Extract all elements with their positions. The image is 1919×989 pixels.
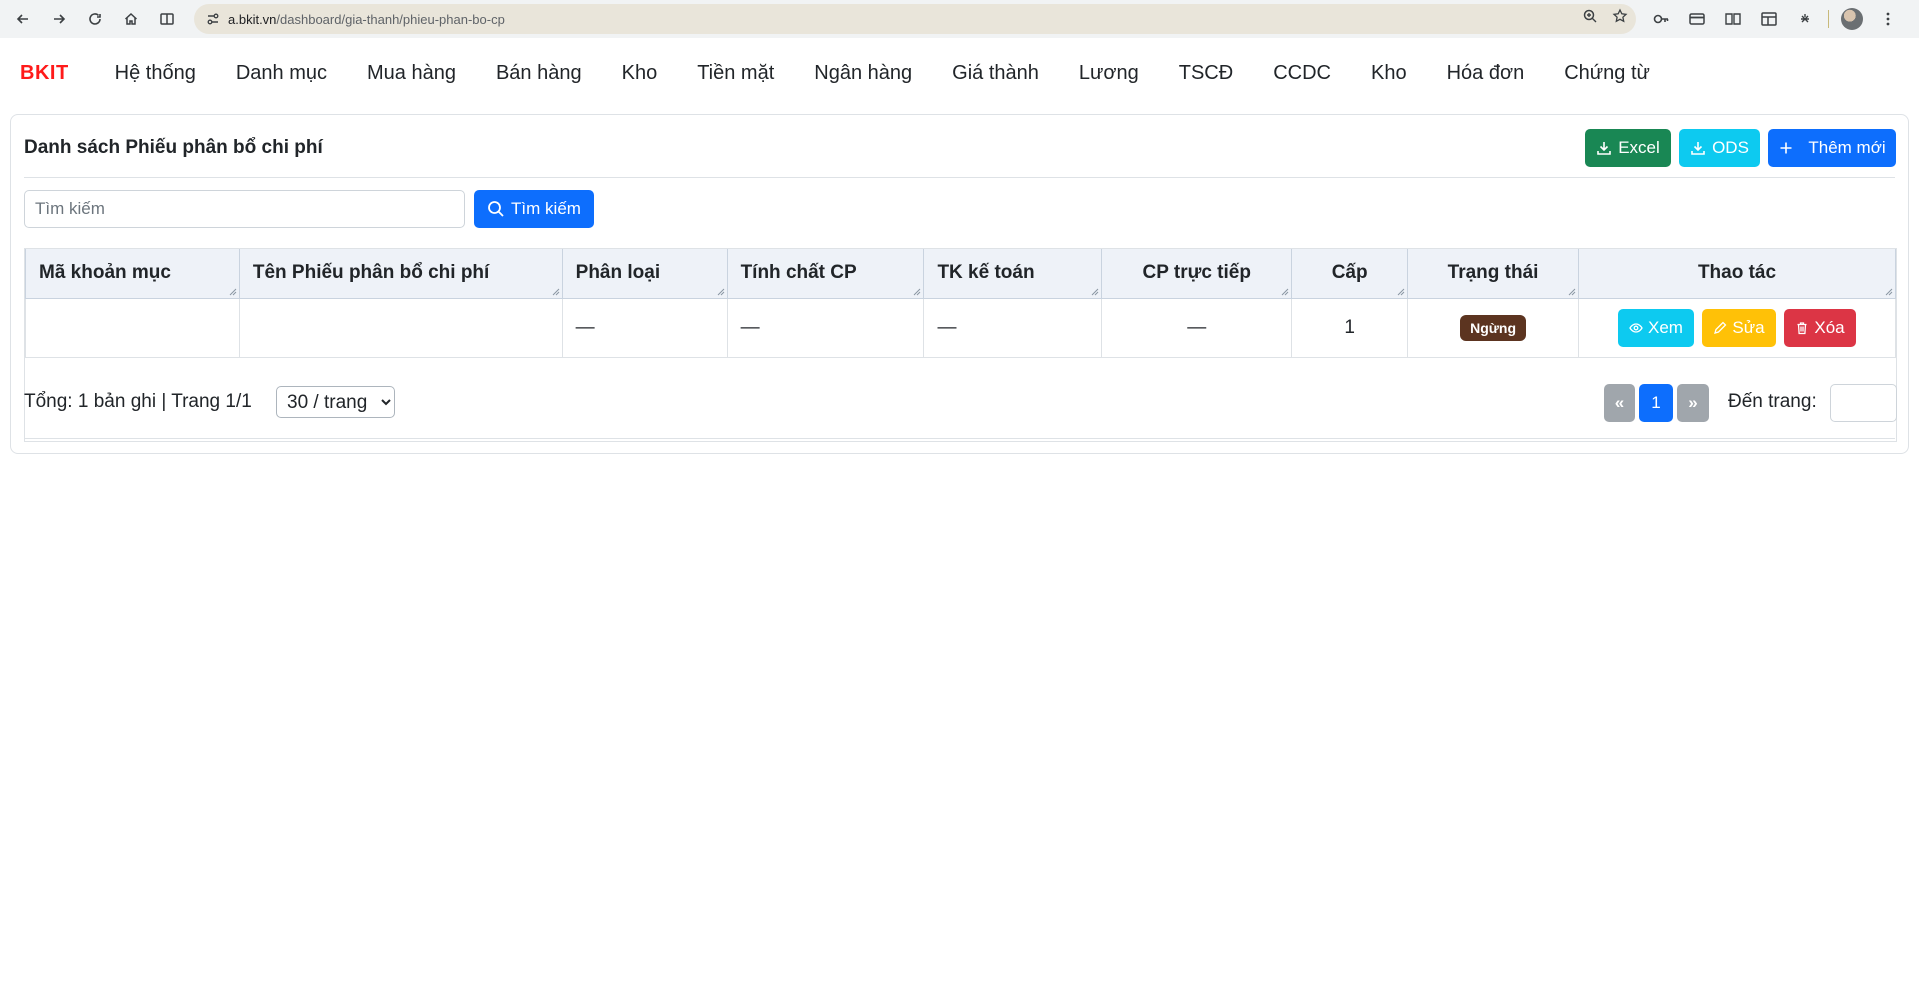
view-button-label: Xem: [1648, 317, 1683, 337]
search-button[interactable]: Tìm kiếm: [474, 190, 594, 228]
extension-icon[interactable]: [1792, 6, 1818, 32]
cell-cp-truc-tiep: —: [1101, 297, 1293, 358]
address-bar[interactable]: a.bkit.vn/dashboard/gia-thanh/phieu-phan…: [194, 4, 1636, 34]
edit-button[interactable]: Sửa: [1702, 308, 1776, 347]
column-header-ten[interactable]: Tên Phiếu phân bổ chi phí: [238, 249, 563, 299]
menu-item-tien-mat[interactable]: Tiền mặt: [677, 62, 794, 85]
delete-button-label: Xóa: [1814, 317, 1845, 337]
main-navbar: BKIT Hệ thống Danh mục Mua hàng Bán hàng…: [0, 38, 1919, 108]
delete-button[interactable]: Xóa: [1784, 308, 1856, 347]
bookmark-star-icon[interactable]: [1612, 8, 1628, 29]
list-card: Danh sách Phiếu phân bổ chi phí Excel OD…: [10, 114, 1909, 454]
reading-mode-icon[interactable]: [154, 6, 180, 32]
back-icon[interactable]: [10, 6, 36, 32]
next-page-button[interactable]: »: [1677, 384, 1709, 422]
resize-handle-icon[interactable]: [1885, 288, 1893, 296]
more-menu-icon[interactable]: [1875, 6, 1901, 32]
cell-trang-thai: Ngừng: [1407, 297, 1580, 358]
menu-item-mua-hang[interactable]: Mua hàng: [347, 62, 476, 85]
page-title: Danh sách Phiếu phân bổ chi phí: [24, 137, 323, 158]
main-menu: Hệ thống Danh mục Mua hàng Bán hàng Kho …: [95, 62, 1670, 85]
zoom-icon[interactable]: [1582, 8, 1598, 29]
column-header-cap[interactable]: Cấp: [1291, 249, 1409, 299]
forward-icon[interactable]: [46, 6, 72, 32]
export-excel-button[interactable]: Excel: [1585, 129, 1671, 167]
cell-tk: —: [923, 297, 1103, 358]
resize-handle-icon[interactable]: [913, 288, 921, 296]
prev-page-button[interactable]: «: [1604, 384, 1635, 422]
column-header-phan-loai[interactable]: Phân loại: [561, 249, 728, 299]
column-header-trang-thai[interactable]: Trạng thái: [1407, 249, 1580, 299]
reload-icon[interactable]: [82, 6, 108, 32]
menu-item-hoa-don[interactable]: Hóa đơn: [1427, 62, 1545, 85]
export-excel-label: Excel: [1618, 138, 1660, 157]
footer-divider: [24, 438, 1895, 439]
column-header-cp-truc-tiep[interactable]: CP trực tiếp: [1101, 249, 1293, 299]
search-button-label: Tìm kiếm: [511, 199, 581, 218]
payment-card-icon[interactable]: [1684, 6, 1710, 32]
status-badge: Ngừng: [1460, 314, 1527, 341]
download-icon: [1597, 142, 1612, 155]
avatar[interactable]: [1839, 6, 1865, 32]
cell-phan-loai: —: [561, 297, 728, 358]
reading-list-icon[interactable]: [1720, 6, 1746, 32]
cell-tinh-chat: —: [726, 297, 925, 358]
menu-item-gia-thanh[interactable]: Giá thành: [932, 62, 1059, 85]
header-divider: [24, 177, 1895, 178]
page-1-button[interactable]: 1: [1639, 384, 1673, 422]
add-new-button[interactable]: Thêm mới: [1768, 129, 1896, 167]
password-key-icon[interactable]: [1648, 6, 1674, 32]
export-ods-label: ODS: [1712, 138, 1749, 157]
menu-item-danh-muc[interactable]: Danh mục: [216, 62, 347, 85]
site-info-icon[interactable]: [204, 10, 222, 28]
table-row: — — — — 1 Ngừng Xem Sửa Xóa: [25, 297, 1896, 358]
goto-page-input[interactable]: [1830, 384, 1897, 422]
menu-item-ccdc[interactable]: CCDC: [1253, 62, 1351, 85]
column-header-tk[interactable]: TK kế toán: [923, 249, 1103, 299]
record-summary: Tổng: 1 bản ghi | Trang 1/1: [24, 391, 252, 412]
plus-icon: [1780, 142, 1792, 154]
resize-handle-icon[interactable]: [1091, 288, 1099, 296]
menu-item-luong[interactable]: Lương: [1059, 62, 1159, 85]
resize-handle-icon[interactable]: [717, 288, 725, 296]
menu-item-kho[interactable]: Kho: [602, 62, 678, 85]
home-icon[interactable]: [118, 6, 144, 32]
cell-ten: [238, 297, 563, 358]
table-header-row: Mã khoản mục Tên Phiếu phân bổ chi phí P…: [25, 249, 1896, 299]
menu-item-tscd[interactable]: TSCĐ: [1159, 62, 1253, 85]
edit-button-label: Sửa: [1732, 317, 1765, 337]
resize-handle-icon[interactable]: [552, 288, 560, 296]
menu-item-he-thong[interactable]: Hệ thống: [95, 62, 216, 85]
cell-cap: 1: [1291, 297, 1409, 358]
url-text: a.bkit.vn/dashboard/gia-thanh/phieu-phan…: [228, 11, 505, 27]
column-header-thao-tac[interactable]: Thao tác: [1578, 249, 1896, 299]
goto-page-label: Đến trang:: [1728, 391, 1817, 412]
column-header-tinh-chat[interactable]: Tính chất CP: [726, 249, 925, 299]
export-ods-button[interactable]: ODS: [1679, 129, 1760, 167]
eye-icon: [1629, 322, 1643, 333]
add-new-label: Thêm mới: [1808, 138, 1886, 157]
page-size-select[interactable]: 30 / trang: [276, 386, 395, 418]
toolbar-separator: [1828, 10, 1829, 28]
resize-handle-icon[interactable]: [1281, 288, 1289, 296]
menu-item-ban-hang[interactable]: Bán hàng: [476, 62, 602, 85]
trash-icon: [1797, 321, 1807, 334]
resize-handle-icon[interactable]: [1568, 288, 1576, 296]
search-icon: [488, 201, 504, 217]
resize-handle-icon[interactable]: [229, 288, 237, 296]
menu-item-ngan-hang[interactable]: Ngân hàng: [794, 62, 932, 85]
resize-handle-icon[interactable]: [1397, 288, 1405, 296]
tab-layout-icon[interactable]: [1756, 6, 1782, 32]
menu-item-kho-2[interactable]: Kho: [1351, 62, 1427, 85]
search-input[interactable]: [24, 190, 465, 228]
brand-logo[interactable]: BKIT: [20, 62, 69, 85]
pencil-icon: [1714, 321, 1727, 334]
view-button[interactable]: Xem: [1618, 308, 1694, 347]
browser-toolbar: a.bkit.vn/dashboard/gia-thanh/phieu-phan…: [0, 0, 1919, 38]
cell-actions: Xem Sửa Xóa: [1578, 297, 1896, 358]
menu-item-chung-tu[interactable]: Chứng từ: [1544, 62, 1670, 85]
column-header-ma[interactable]: Mã khoản mục: [25, 249, 240, 299]
cell-ma: [25, 297, 240, 358]
download-icon: [1691, 142, 1705, 155]
